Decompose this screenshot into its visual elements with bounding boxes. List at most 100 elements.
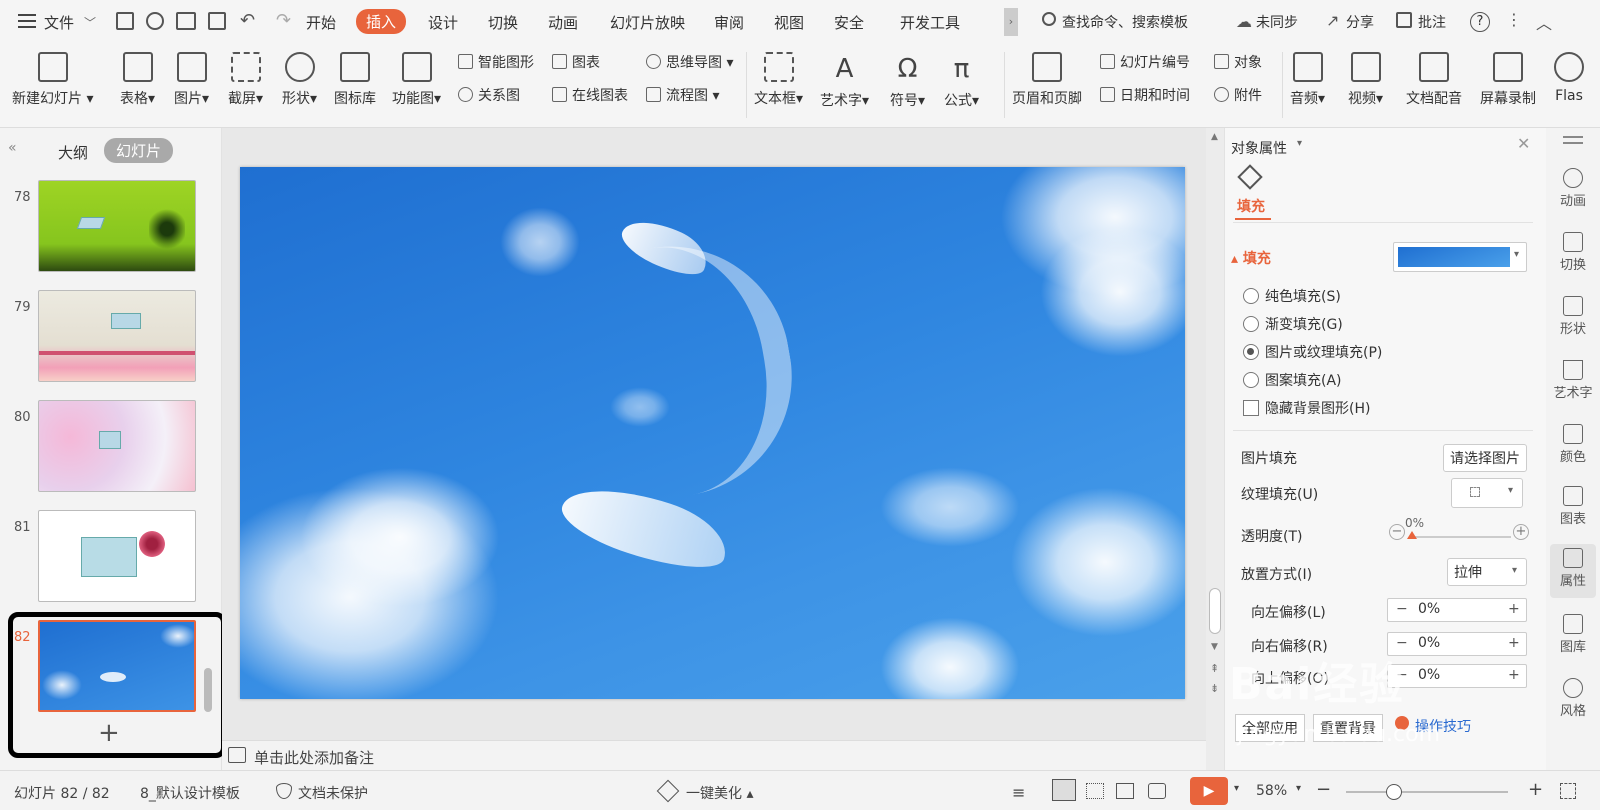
beautify-button[interactable]: 一键美化 ▴ — [686, 783, 753, 803]
sorter-view-icon[interactable] — [1086, 783, 1104, 799]
notes-toggle-icon[interactable]: ≡ — [1012, 783, 1025, 802]
table-button[interactable]: 表格▾ — [120, 52, 155, 108]
tab-design[interactable]: 设计 — [428, 12, 458, 33]
normal-view-icon[interactable] — [1052, 779, 1076, 801]
transparency-minus-icon[interactable]: − — [1389, 524, 1405, 540]
sidebar-item-style[interactable]: 风格 — [1550, 678, 1596, 719]
panel-title[interactable]: 对象属性 — [1231, 138, 1287, 158]
tab-review[interactable]: 审阅 — [714, 12, 744, 33]
redo-icon[interactable]: ↷ — [276, 10, 291, 31]
sidebar-item-transition[interactable]: 切换 — [1550, 232, 1596, 273]
file-menu[interactable]: 文件 — [44, 12, 74, 33]
protect-status[interactable]: 文档未保护 — [298, 783, 368, 803]
transparency-slider[interactable] — [1407, 531, 1511, 539]
scroll-up-icon[interactable]: ▲ — [1211, 132, 1218, 142]
icon-library-button[interactable]: 图标库 — [334, 52, 376, 108]
transparency-plus-icon[interactable]: + — [1513, 524, 1529, 540]
object-button[interactable]: 对象 — [1214, 52, 1262, 72]
mind-map-button[interactable]: 思维导图 ▾ — [646, 52, 733, 72]
slide-thumbnail-80[interactable] — [38, 400, 196, 492]
tab-start[interactable]: 开始 — [306, 12, 336, 33]
function-chart-button[interactable]: 功能图▾ — [392, 52, 441, 108]
offset-left-stepper[interactable]: −0% + — [1387, 598, 1527, 622]
presenter-view-icon[interactable] — [1148, 783, 1166, 799]
online-chart-button[interactable]: 在线图表 — [552, 85, 628, 105]
shape-button[interactable]: 形状▾ — [282, 52, 317, 108]
reading-view-icon[interactable] — [1116, 783, 1134, 799]
undo-icon[interactable]: ↶ — [240, 10, 255, 31]
close-icon[interactable]: ✕ — [1517, 134, 1530, 153]
tab-view[interactable]: 视图 — [774, 12, 804, 33]
zoom-in-button[interactable]: + — [1528, 779, 1543, 800]
fill-preview-dropdown[interactable]: ▾ — [1393, 242, 1527, 272]
collapse-ribbon-icon[interactable]: ︿ — [1536, 10, 1552, 34]
sidebar-menu-icon[interactable] — [1563, 136, 1583, 144]
tab-scroll-right-icon[interactable]: › — [1004, 8, 1018, 36]
more-icon[interactable]: ⋮ — [1506, 10, 1522, 29]
tab-developer[interactable]: 开发工具 — [900, 12, 960, 33]
tab-outline[interactable]: 大纲 — [58, 142, 88, 163]
radio-picture-fill[interactable]: 图片或纹理填充(P) — [1243, 342, 1382, 362]
sync-status[interactable]: 未同步 — [1256, 12, 1298, 32]
relation-button[interactable]: 关系图 — [458, 85, 520, 105]
offset-up-stepper[interactable]: −0% + — [1387, 664, 1527, 688]
radio-pattern-fill[interactable]: 图案填充(A) — [1243, 370, 1342, 390]
zoom-level[interactable]: 58% — [1256, 783, 1287, 799]
screen-record-button[interactable]: 屏幕录制 — [1480, 52, 1536, 108]
hide-background-checkbox[interactable]: 隐藏背景图形(H) — [1243, 398, 1370, 418]
textbox-button[interactable]: 文本框▾ — [754, 52, 803, 108]
texture-fill-select[interactable]: ▾ — [1451, 478, 1523, 508]
sidebar-item-properties[interactable]: 属性 — [1550, 544, 1596, 598]
picture-button[interactable]: 图片▾ — [174, 52, 209, 108]
tab-security[interactable]: 安全 — [834, 12, 864, 33]
placement-select[interactable]: 拉伸 ▾ — [1447, 558, 1527, 586]
print-preview-icon[interactable] — [208, 12, 226, 30]
play-slideshow-button[interactable]: ▶ — [1190, 777, 1228, 805]
share-button[interactable]: 分享 — [1346, 12, 1374, 32]
canvas-scrollbar[interactable]: ▲ ▼ ⇞ ⇟ — [1206, 128, 1224, 770]
radio-solid-fill[interactable]: 纯色填充(S) — [1243, 286, 1341, 306]
print-icon[interactable] — [176, 12, 196, 30]
collapse-panel-icon[interactable]: « — [8, 140, 17, 156]
template-name[interactable]: 8_默认设计模板 — [140, 783, 240, 803]
offset-right-stepper[interactable]: −0% + — [1387, 632, 1527, 656]
slide-thumbnail-79[interactable] — [38, 290, 196, 382]
art-text-button[interactable]: A 艺术字▾ — [820, 52, 869, 110]
save-icon[interactable] — [116, 12, 134, 30]
chart-button[interactable]: 图表 — [552, 52, 600, 72]
flash-button[interactable]: Flas — [1554, 52, 1584, 104]
notes-pane[interactable]: 单击此处添加备注 — [222, 740, 1206, 770]
flowchart-button[interactable]: 流程图 ▾ — [646, 85, 719, 105]
sidebar-item-animation[interactable]: 动画 — [1550, 168, 1596, 209]
export-icon[interactable] — [146, 12, 164, 30]
slide-number-button[interactable]: 幻灯片编号 — [1100, 52, 1190, 72]
zoom-slider[interactable] — [1346, 784, 1508, 800]
formula-button[interactable]: π 公式▾ — [944, 52, 979, 110]
transparency-slider-thumb[interactable] — [1407, 531, 1417, 539]
sidebar-item-art-text[interactable]: 艺术字 — [1550, 360, 1596, 401]
notes-placeholder[interactable]: 单击此处添加备注 — [254, 747, 374, 768]
hamburger-menu-icon[interactable] — [18, 14, 36, 28]
header-footer-button[interactable]: 页眉和页脚 — [1012, 52, 1082, 108]
help-icon[interactable]: ? — [1470, 12, 1490, 32]
tab-fill[interactable]: 填充 — [1237, 196, 1265, 216]
zoom-slider-thumb[interactable] — [1386, 784, 1402, 800]
video-button[interactable]: 视频▾ — [1348, 52, 1383, 108]
smart-art-button[interactable]: 智能图形 — [458, 52, 534, 72]
radio-gradient-fill[interactable]: 渐变填充(G) — [1243, 314, 1343, 334]
scroll-thumb[interactable] — [1209, 588, 1221, 634]
tab-slideshow[interactable]: 幻灯片放映 — [610, 12, 685, 33]
zoom-out-button[interactable]: − — [1316, 779, 1331, 800]
sidebar-item-shape[interactable]: 形状 — [1550, 296, 1596, 337]
prev-page-icon[interactable]: ⇞ — [1210, 662, 1219, 675]
scroll-down-icon[interactable]: ▼ — [1211, 642, 1218, 652]
review-button[interactable]: 批注 — [1418, 12, 1446, 32]
current-slide[interactable] — [240, 167, 1185, 699]
tab-slides[interactable]: 幻灯片 — [104, 138, 174, 163]
screenshot-button[interactable]: 截屏▾ — [228, 52, 263, 108]
picture-fill-select[interactable]: 请选择图片 — [1443, 444, 1527, 472]
attachment-button[interactable]: 附件 — [1214, 85, 1262, 105]
symbol-button[interactable]: Ω 符号▾ — [890, 52, 925, 110]
slide-thumbnail-78[interactable] — [38, 180, 196, 272]
fit-window-icon[interactable] — [1560, 783, 1576, 799]
